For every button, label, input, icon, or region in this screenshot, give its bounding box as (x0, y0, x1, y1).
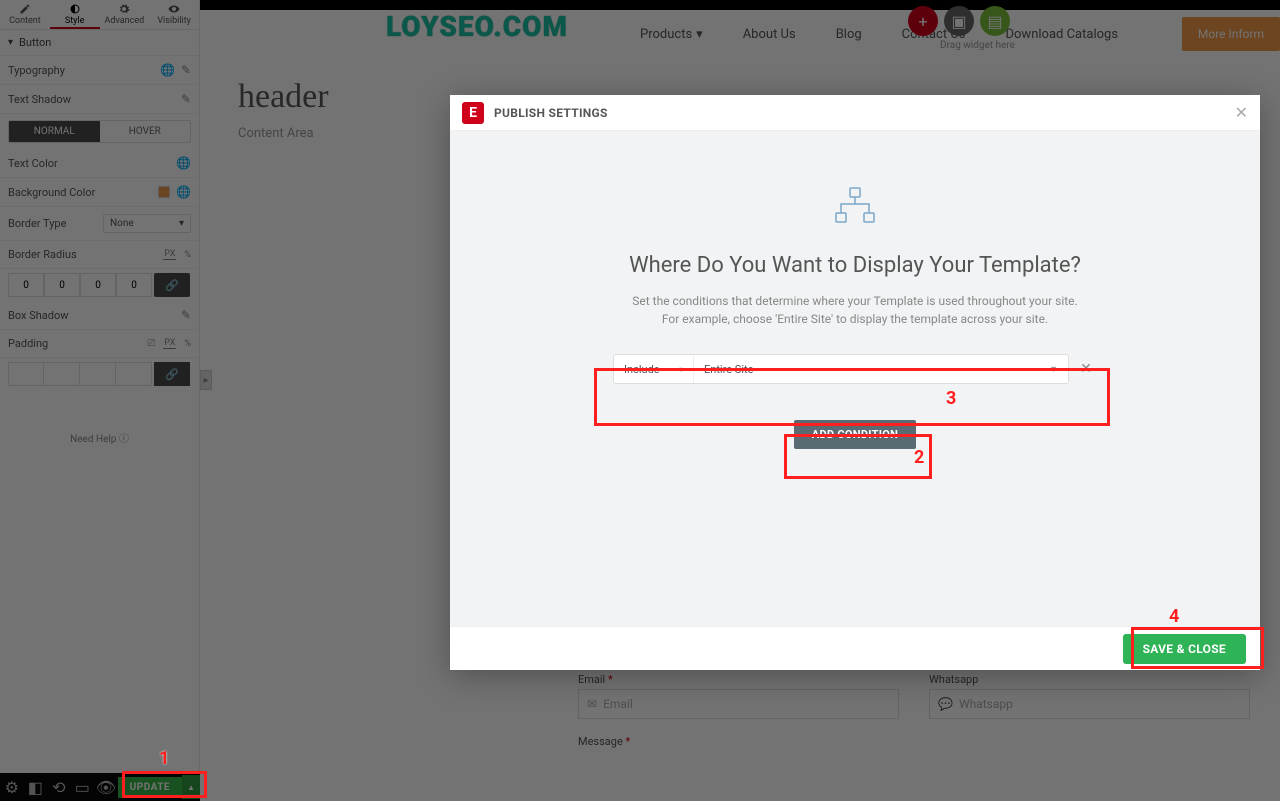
condition-scope-select[interactable]: Entire Site ▼ (694, 363, 1068, 376)
add-condition-wrap: ADD CONDITION (794, 420, 916, 449)
publish-settings-modal: E PUBLISH SETTINGS ✕ Where Do You Want t… (450, 95, 1260, 670)
sitemap-icon (833, 187, 877, 225)
condition-row: Include ▾ Entire Site ▼ (613, 354, 1069, 384)
remove-condition-icon[interactable]: ✕ (1075, 361, 1097, 377)
modal-heading: Where Do You Want to Display Your Templa… (629, 253, 1081, 278)
include-value: Include (624, 363, 660, 376)
annotation-label-1: 1 (159, 748, 169, 769)
elementor-logo-icon: E (462, 102, 484, 124)
modal-description: Set the conditions that determine where … (632, 292, 1077, 328)
annotation-label-4: 4 (1169, 606, 1179, 627)
modal-header: E PUBLISH SETTINGS ✕ (450, 95, 1260, 131)
annotation-label-3: 3 (946, 388, 956, 409)
modal-footer: SAVE & CLOSE (450, 626, 1260, 670)
add-condition-button[interactable]: ADD CONDITION (794, 420, 916, 449)
save-close-button[interactable]: SAVE & CLOSE (1123, 634, 1246, 664)
condition-include-select[interactable]: Include ▾ (614, 355, 694, 383)
close-icon[interactable]: ✕ (1235, 103, 1248, 122)
annotation-label-2: 2 (914, 447, 924, 468)
modal-body: Where Do You Want to Display Your Templa… (450, 131, 1260, 626)
scope-value: Entire Site (704, 363, 753, 376)
modal-title: PUBLISH SETTINGS (494, 106, 608, 120)
chevron-down-icon: ▼ (1049, 364, 1058, 375)
chevron-down-icon: ▾ (679, 365, 683, 374)
